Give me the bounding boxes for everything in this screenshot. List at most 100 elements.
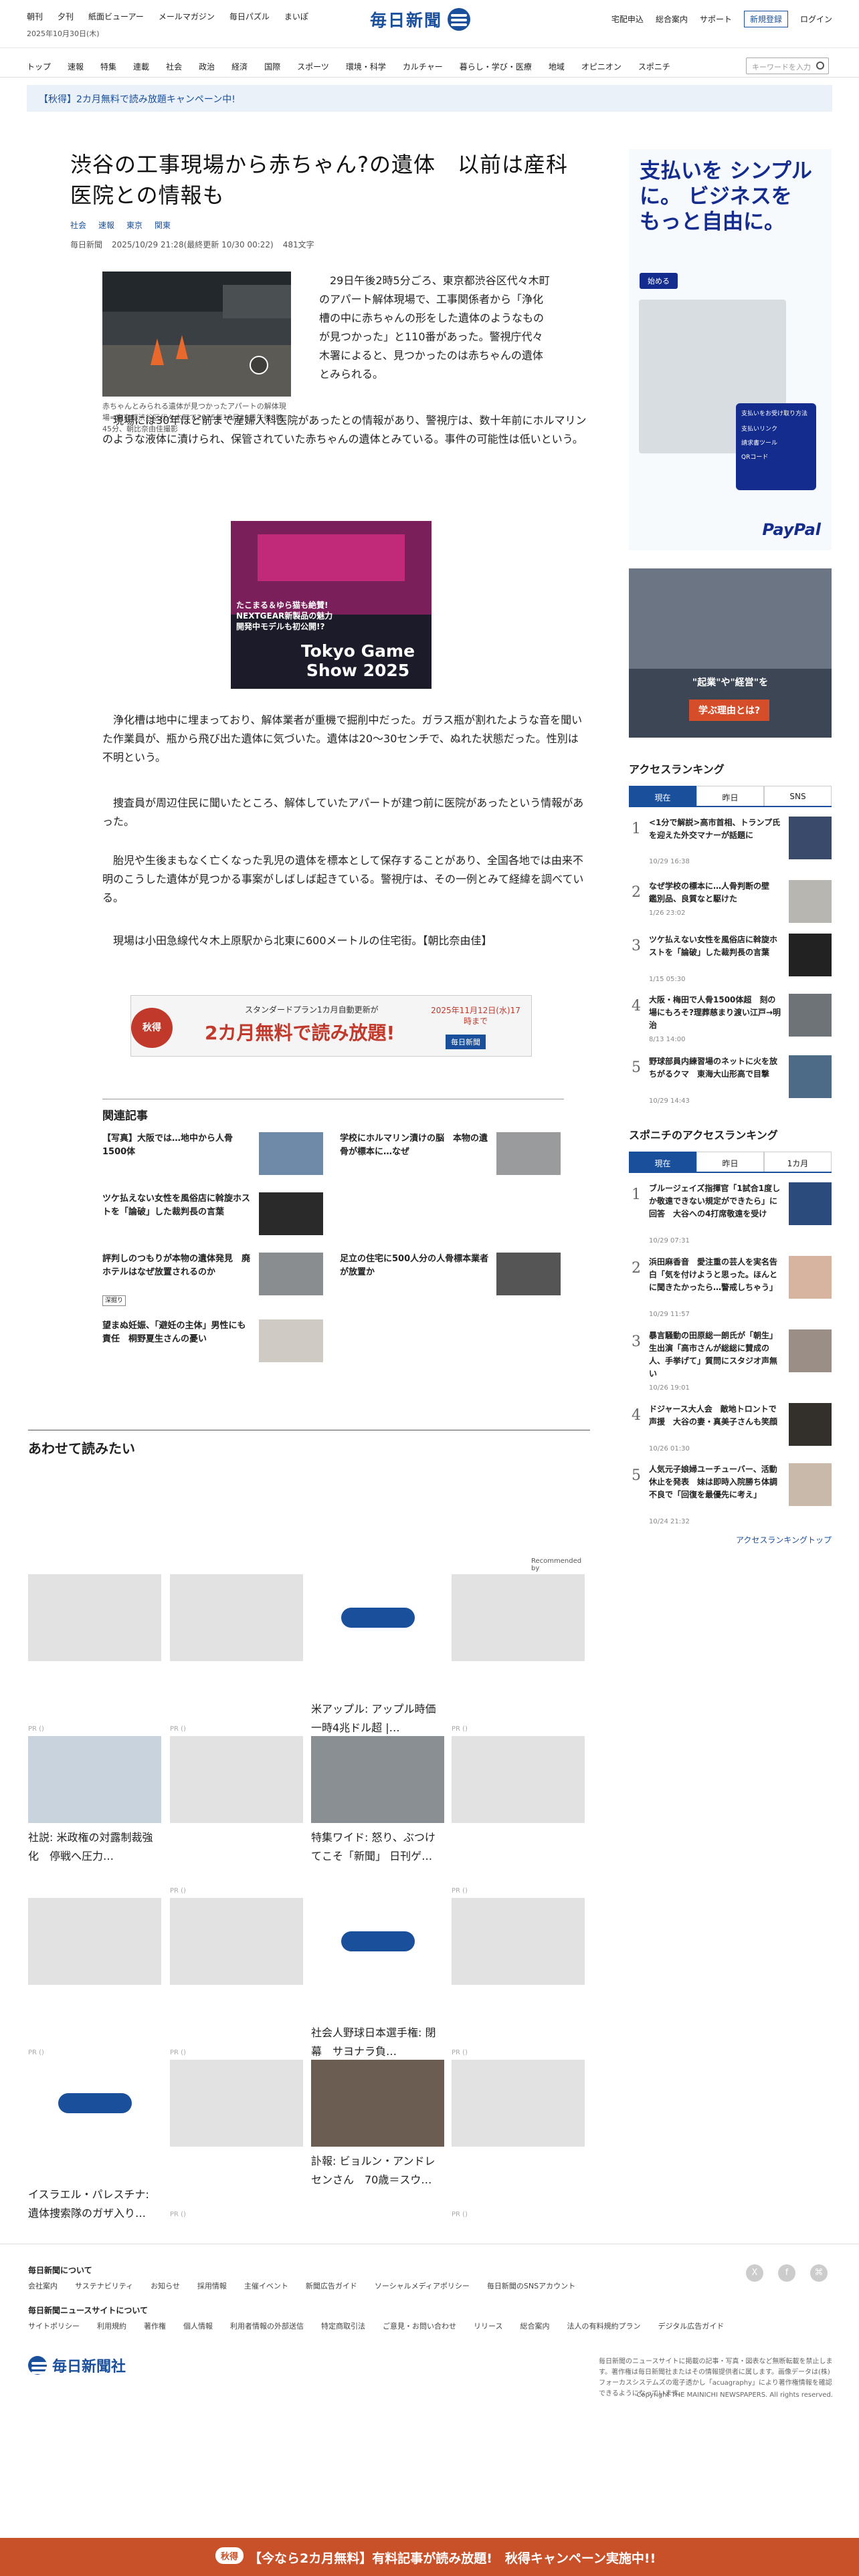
article-photo[interactable] [102, 272, 291, 397]
footer-link[interactable]: デジタル広告ガイド [658, 2321, 724, 2331]
recommend-card[interactable]: PR () [452, 1736, 585, 1895]
header-link[interactable]: 総合案内 [656, 13, 688, 25]
recommend-card[interactable]: PR () [452, 1898, 585, 2056]
recommend-card[interactable]: PR () [452, 2060, 585, 2218]
top-link[interactable]: まいぽ [284, 11, 308, 22]
ranking-tab[interactable]: 現在 [629, 786, 696, 806]
footer-link[interactable]: 主催イベント [244, 2280, 288, 2291]
ranking-item[interactable]: 4 大阪・梅田で人骨1500体超 刻の場にもろそ?理葬慈まり渡い江戸→明治 8/13… [629, 994, 832, 1061]
nav-item[interactable]: 暮らし・学び・医療 [460, 61, 532, 72]
game-show-ad[interactable]: たこまる＆ゆら猫も絶賛! NEXTGEAR新製品の魅力 開発中モデルも初公開!?… [231, 521, 432, 689]
footer-link[interactable]: 会社案内 [28, 2280, 58, 2291]
footer-link[interactable]: 新聞広告ガイド [306, 2280, 357, 2291]
search-input[interactable]: キーワードを入力 [746, 58, 829, 74]
sponichi-tab[interactable]: 1カ月 [764, 1152, 832, 1172]
search-icon[interactable] [816, 62, 824, 70]
ranking-item[interactable]: 3 ツケ払えない女性を風俗店に斡旋ホストを「論破」した裁判長の言葉 1/15 05:… [629, 934, 832, 1000]
recommend-card[interactable]: PR () [170, 1574, 303, 1733]
zoom-icon[interactable] [250, 356, 268, 374]
recommend-card[interactable]: 社説: 米政権の対露制裁強化 停戦へ圧力… [28, 1736, 161, 1868]
recommend-card[interactable]: PR () [170, 1898, 303, 2056]
related-item[interactable]: 評判しのつもりが本物の遺体発見 廃ホテルはなぜ放置されるのか 深掘り [102, 1253, 323, 1306]
footer-link[interactable]: ソーシャルメディアポリシー [375, 2280, 470, 2291]
rss-icon[interactable]: ⌘ [810, 2264, 828, 2282]
tag-link[interactable]: 東京 [126, 219, 142, 231]
related-item[interactable]: 望まぬ妊娠、「避妊の主体」男性にも責任 桐野夏生さんの憂い [102, 1319, 323, 1362]
related-item[interactable]: ツケ払えない女性を風俗店に斡旋ホストを「論破」した裁判長の言葉 [102, 1192, 323, 1235]
nav-item[interactable]: 特集 [100, 61, 116, 72]
nav-item[interactable]: 経済 [231, 61, 248, 72]
recommend-card[interactable]: PR () [28, 1574, 161, 1733]
nav-item[interactable]: カルチャー [403, 61, 443, 72]
ranking-heading[interactable]: アクセスランキング [629, 760, 832, 776]
related-item[interactable]: 足立の住宅に500人分の人骨標本業者が放置か [340, 1253, 561, 1295]
sponichi-tab[interactable]: 昨日 [696, 1152, 764, 1172]
footer-link[interactable]: 個人情報 [183, 2321, 213, 2331]
ranking-item[interactable]: 1 <1分で解説>高市首相、トランプ氏を迎えた外交マナーが話題に 10/29 16:… [629, 817, 832, 883]
related-item[interactable]: 【写真】大阪では…地中から人骨1500体 [102, 1132, 323, 1175]
nav-item[interactable]: 速報 [68, 61, 84, 72]
recommend-card[interactable]: PR () [452, 1574, 585, 1733]
footer-link[interactable]: 著作権 [144, 2321, 166, 2331]
nav-item[interactable]: オピニオン [581, 61, 622, 72]
tag-link[interactable]: 速報 [98, 219, 114, 231]
site-logo[interactable]: 毎日新聞 [370, 6, 489, 33]
sponichi-tab[interactable]: 現在 [629, 1152, 696, 1172]
ranking-tab[interactable]: SNS [764, 786, 832, 806]
footer-link[interactable]: 毎日新聞のSNSアカウント [487, 2280, 575, 2291]
recommend-card[interactable]: イスラエル・パレスチナ: 遺体捜索隊のガザ入り… [28, 2060, 161, 2226]
footer-link[interactable]: 法人の有料規約プラン [567, 2321, 640, 2331]
recommend-card[interactable]: 訃報: ビョルン・アンドレセンさん 70歳＝スウ… [311, 2060, 444, 2192]
recommend-card[interactable]: 社会人野球日本選手権: 閉幕 サヨナラ負… [311, 1898, 444, 2064]
top-link[interactable]: メールマガジン [159, 11, 215, 22]
footer-link[interactable]: お知らせ [151, 2280, 180, 2291]
nav-item[interactable]: 連載 [133, 61, 149, 72]
related-item[interactable]: 学校にホルマリン漬けの脳 本物の遺骨が標本に…なぜ [340, 1132, 561, 1175]
top-link[interactable]: 紙面ビューアー [88, 11, 144, 22]
header-link[interactable]: サポート [700, 13, 732, 25]
recommend-card[interactable]: 特集ワイド: 怒り、ぶつけてこそ「新聞」 日刊ゲ… [311, 1736, 444, 1868]
nav-item[interactable]: 環境・科学 [346, 61, 386, 72]
ranking-item[interactable]: 5 野球部員内練習場のネットに火を放ちがるクマ 東海大山形高で目撃 10/29 14… [629, 1055, 832, 1122]
footer-link[interactable]: サステナビリティ [75, 2280, 133, 2291]
tag-link[interactable]: 関東 [155, 219, 171, 231]
sponichi-item[interactable]: 2 浜田麻香音 愛注重の芸人を実名告白「気を付けようと思った。ほんとに聞きたかった… [629, 1256, 832, 1323]
bottom-campaign-bar[interactable]: 秋得 【今なら2カ月無料】有料記事が読み放題! 秋得キャンペーン実施中!! [0, 2538, 859, 2576]
ranking-more-link[interactable]: アクセスランキングトップ [736, 1534, 832, 1545]
recommend-card[interactable]: PR () [170, 1736, 303, 1895]
nav-item[interactable]: 政治 [199, 61, 215, 72]
top-link[interactable]: 朝刊 [27, 11, 43, 22]
sponichi-item[interactable]: 1 ブルージェイズ指揮官「1試合1度しか敬遠できない規定ができたら」に回答 大谷へ… [629, 1182, 832, 1249]
nav-item[interactable]: スポニチ [638, 61, 670, 72]
footer-link[interactable]: 採用情報 [197, 2280, 227, 2291]
paypal-ad[interactable]: 支払いを シンプルに。 ビジネスを もっと自由に。 始める 支払いをお受け取り方… [629, 149, 832, 550]
sponichi-item[interactable]: 5 人気元子娘婦ユーチューバー、活動休止を発表 妹は即時入院勝ち体調不良で「回復を… [629, 1463, 832, 1530]
nav-item[interactable]: スポーツ [297, 61, 329, 72]
footer-link[interactable]: リリース [474, 2321, 502, 2331]
recommend-card[interactable]: PR () [170, 2060, 303, 2218]
business-school-ad[interactable]: "起業"や"経営"を 学ぶ理由とは? [629, 568, 832, 738]
footer-link[interactable]: 総合案内 [520, 2321, 549, 2331]
sponichi-item[interactable]: 4 ドジャース大人会 敵地トロントで声援 大谷の妻・真美子さんも笑顔 10/26 0… [629, 1403, 832, 1470]
footer-link[interactable]: 特定商取引法 [321, 2321, 365, 2331]
campaign-bar[interactable]: 【秋得】2カ月無料で読み放題キャンペーン中! [27, 85, 832, 112]
recommend-card[interactable]: PR () [28, 1898, 161, 2056]
nav-item[interactable]: 地域 [549, 61, 565, 72]
recommend-card[interactable]: 米アップル: アップル時価 一時4兆ドル超 |… [311, 1574, 444, 1740]
footer-link[interactable]: サイトポリシー [28, 2321, 80, 2331]
login-link[interactable]: ログイン [800, 13, 832, 25]
x-icon[interactable]: X [746, 2264, 763, 2282]
nav-item[interactable]: 国際 [264, 61, 280, 72]
footer-link[interactable]: 利用規約 [97, 2321, 126, 2331]
header-link[interactable]: 宅配申込 [611, 13, 644, 25]
sponichi-item[interactable]: 3 暴言騒動の田原総一朗氏が「朝生」生出演「高市さんが総総に賛成の人、手挙げて」質… [629, 1329, 832, 1396]
footer-link[interactable]: ご意見・お問い合わせ [383, 2321, 456, 2331]
campaign-banner[interactable]: 秋得 スタンダードプラン1カ月自動更新が 2カ月無料で読み放題! 2025年11… [130, 995, 532, 1057]
facebook-icon[interactable]: f [778, 2264, 795, 2282]
tag-link[interactable]: 社会 [70, 219, 86, 231]
nav-item[interactable]: トップ [27, 61, 51, 72]
ranking-tab[interactable]: 昨日 [696, 786, 764, 806]
top-link[interactable]: 毎日パズル [229, 11, 270, 22]
footer-link[interactable]: 利用者情報の外部送信 [230, 2321, 304, 2331]
top-link[interactable]: 夕刊 [58, 11, 74, 22]
